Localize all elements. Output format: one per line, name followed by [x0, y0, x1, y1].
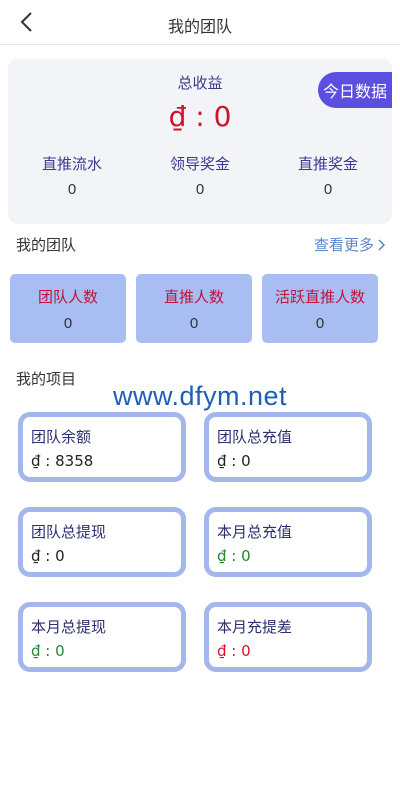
stat-value: 0	[195, 181, 205, 198]
stat-label: 直推奖金	[297, 156, 358, 173]
total-earnings-value: ₫ : 0	[168, 100, 232, 133]
project-card-value: ₫ : 0	[217, 547, 251, 565]
team-card-value: 0	[63, 315, 73, 332]
stat-direct-bonus: 直推奖金 0	[264, 153, 392, 198]
stat-value: 0	[323, 181, 333, 198]
project-card-label: 本月总充值	[217, 524, 293, 541]
team-section-title: 我的团队	[16, 237, 77, 254]
team-card-label: 直推人数	[163, 289, 224, 306]
stat-label: 直推流水	[41, 156, 102, 173]
project-card-month-net: 本月充提差 ₫ : 0	[204, 602, 372, 672]
page-title: 我的团队	[167, 19, 232, 36]
header-bar: 我的团队	[0, 0, 400, 45]
view-more-link[interactable]: 查看更多	[314, 234, 386, 255]
project-card-label: 本月充提差	[217, 619, 293, 636]
project-card-label: 团队总充值	[217, 429, 293, 446]
project-card-month-total-recharge: 本月总充值 ₫ : 0	[204, 507, 372, 577]
project-card-month-total-withdraw: 本月总提现 ₫ : 0	[18, 602, 186, 672]
project-card-label: 团队总提现	[31, 524, 107, 541]
team-card-label: 团队人数	[37, 289, 98, 306]
earnings-summary-panel: 今日数据 总收益 ₫ : 0 直推流水 0 领导奖金 0 直推奖金 0	[8, 59, 392, 224]
stat-leader-bonus: 领导奖金 0	[136, 153, 264, 198]
project-card-value: ₫ : 0	[217, 452, 251, 470]
project-card-team-total-recharge: 团队总充值 ₫ : 0	[204, 412, 372, 482]
project-card-label: 团队余额	[31, 429, 92, 446]
team-card-direct-count[interactable]: 直推人数 0	[136, 274, 252, 343]
project-card-value: ₫ : 0	[31, 547, 65, 565]
project-card-label: 本月总提现	[31, 619, 107, 636]
project-card-team-balance: 团队余额 ₫ : 8358	[18, 412, 186, 482]
watermark-text: www.dfym.net	[112, 381, 288, 411]
team-card-value: 0	[315, 315, 325, 332]
team-card-active-direct-count[interactable]: 活跃直推人数 0	[262, 274, 378, 343]
team-card-team-count[interactable]: 团队人数 0	[10, 274, 126, 343]
view-more-label: 查看更多	[313, 237, 374, 254]
project-card-value: ₫ : 0	[217, 642, 251, 660]
chevron-right-icon	[378, 238, 386, 251]
project-card-team-total-withdraw: 团队总提现 ₫ : 0	[18, 507, 186, 577]
project-card-value: ₫ : 8358	[31, 452, 94, 470]
stat-value: 0	[67, 181, 77, 198]
team-card-value: 0	[189, 315, 199, 332]
total-earnings-label: 总收益	[177, 75, 223, 92]
stat-direct-flow: 直推流水 0	[8, 153, 136, 198]
stat-label: 领导奖金	[169, 156, 230, 173]
team-card-label: 活跃直推人数	[274, 289, 365, 306]
project-card-value: ₫ : 0	[31, 642, 65, 660]
